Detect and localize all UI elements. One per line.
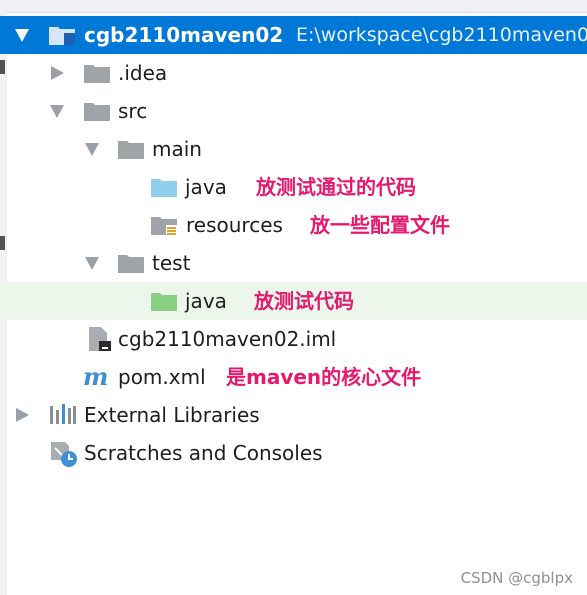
tree-row-iml[interactable]: cgb2110maven02.iml xyxy=(0,320,587,358)
tree-label: .idea xyxy=(118,61,168,85)
tree-row-external-libraries[interactable]: External Libraries xyxy=(0,396,587,434)
tree-label: Scratches and Consoles xyxy=(84,441,323,465)
window-top-edge xyxy=(0,0,587,13)
folder-icon xyxy=(118,139,144,159)
project-name: cgb2110maven02 xyxy=(84,23,284,47)
tree-row-pom[interactable]: m pom.xml 是maven的核心文件 xyxy=(0,358,587,396)
test-source-folder-icon xyxy=(151,291,177,311)
tree-label: resources xyxy=(186,213,283,237)
resources-folder-icon xyxy=(151,215,177,237)
tree-row-test[interactable]: test xyxy=(0,244,587,282)
tree-row-scratches[interactable]: Scratches and Consoles xyxy=(0,434,587,472)
folder-icon xyxy=(84,101,110,121)
annotation-note: 放测试通过的代码 xyxy=(256,175,416,199)
tree-row-project-root[interactable]: cgb2110maven02 E:\workspace\cgb2110maven… xyxy=(0,16,587,54)
tree-label: cgb2110maven02.iml xyxy=(118,327,337,351)
folder-icon xyxy=(118,253,144,273)
project-path: E:\workspace\cgb2110maven02 xyxy=(296,24,587,46)
project-tree: cgb2110maven02 E:\workspace\cgb2110maven… xyxy=(0,16,587,472)
watermark: CSDN @cgblpx xyxy=(460,569,573,587)
tree-row-idea[interactable]: .idea xyxy=(0,54,587,92)
iml-file-icon xyxy=(87,327,113,351)
tree-label: java xyxy=(185,289,227,313)
chevron-down-icon[interactable] xyxy=(85,143,99,156)
annotation-note: 放测试代码 xyxy=(254,289,354,313)
tree-row-test-java[interactable]: java 放测试代码 xyxy=(0,282,587,320)
chevron-down-icon[interactable] xyxy=(15,29,29,42)
tree-label: java xyxy=(185,175,227,199)
folder-icon xyxy=(84,63,110,83)
maven-icon: m xyxy=(82,365,114,389)
tree-row-src[interactable]: src xyxy=(0,92,587,130)
chevron-down-icon[interactable] xyxy=(50,105,64,118)
tree-row-main-java[interactable]: java 放测试通过的代码 xyxy=(0,168,587,206)
scratches-icon xyxy=(49,440,79,467)
annotation-note: 放一些配置文件 xyxy=(310,213,450,237)
chevron-down-icon[interactable] xyxy=(85,257,99,270)
libraries-icon xyxy=(49,404,76,424)
chevron-right-icon[interactable] xyxy=(51,66,64,80)
tree-label: src xyxy=(118,99,148,123)
source-folder-icon xyxy=(151,177,177,197)
tree-label: test xyxy=(152,251,191,275)
tree-row-main[interactable]: main xyxy=(0,130,587,168)
annotation-note: 是maven的核心文件 xyxy=(226,365,422,389)
tree-row-resources[interactable]: resources 放一些配置文件 xyxy=(0,206,587,244)
tree-label: main xyxy=(152,137,202,161)
svg-text:m: m xyxy=(83,365,108,389)
module-folder-icon xyxy=(49,25,75,45)
tree-label: pom.xml xyxy=(118,365,206,389)
chevron-right-icon[interactable] xyxy=(16,408,29,422)
tree-label: External Libraries xyxy=(84,403,260,427)
